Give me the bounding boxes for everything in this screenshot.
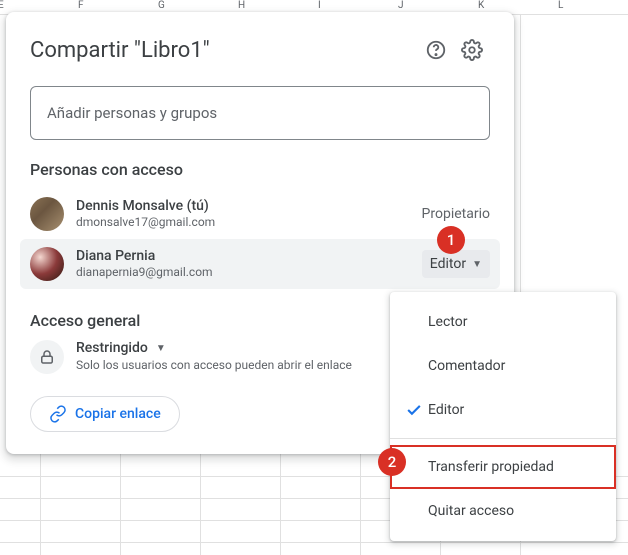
person-email: dmonsalve17@gmail.com [76, 215, 422, 231]
menu-item-viewer[interactable]: Lector [390, 300, 616, 344]
link-icon [49, 405, 67, 423]
menu-item-label: Comentador [428, 358, 505, 374]
person-info: Dennis Monsalve (tú) dmonsalve17@gmail.c… [76, 197, 422, 231]
general-access-description: Solo los usuarios con acceso pueden abri… [76, 358, 352, 372]
caret-down-icon: ▼ [156, 343, 166, 354]
menu-item-editor[interactable]: Editor [390, 388, 616, 432]
dialog-header: Compartir "Libro1" [30, 32, 490, 68]
general-access-dropdown[interactable]: Restringido ▼ [76, 340, 352, 356]
person-name: Dennis Monsalve (tú) [76, 197, 422, 215]
person-email: dianapernia9@gmail.com [76, 265, 422, 281]
settings-icon[interactable] [454, 32, 490, 68]
annotation-badge-1: 1 [437, 226, 465, 254]
menu-divider [390, 438, 616, 439]
caret-down-icon: ▼ [472, 259, 482, 270]
copy-link-label: Copiar enlace [75, 406, 161, 422]
person-name: Diana Pernia [76, 247, 422, 265]
lock-icon [30, 340, 64, 374]
add-people-input[interactable]: Añadir personas y grupos [30, 86, 490, 140]
menu-item-label: Quitar acceso [428, 503, 514, 519]
annotation-badge-2: 2 [378, 448, 406, 476]
person-row-owner: Dennis Monsalve (tú) dmonsalve17@gmail.c… [20, 189, 500, 239]
menu-item-commenter[interactable]: Comentador [390, 344, 616, 388]
person-info: Diana Pernia dianapernia9@gmail.com [76, 247, 422, 281]
people-with-access-title: Personas con acceso [30, 160, 490, 179]
menu-item-label: Editor [428, 402, 464, 418]
copy-link-button[interactable]: Copiar enlace [30, 396, 180, 432]
role-dropdown-label: Editor [430, 256, 466, 272]
avatar [30, 247, 64, 281]
role-dropdown-menu: Lector Comentador Editor Transferir prop… [390, 292, 616, 541]
avatar [30, 197, 64, 231]
owner-role-label: Propietario [422, 206, 490, 222]
help-icon[interactable] [418, 32, 454, 68]
add-people-placeholder: Añadir personas y grupos [47, 104, 217, 122]
menu-item-remove-access[interactable]: Quitar acceso [390, 489, 616, 533]
person-row-editor: Diana Pernia dianapernia9@gmail.com Edit… [20, 239, 500, 289]
menu-item-label: Transferir propiedad [428, 459, 554, 475]
dialog-title: Compartir "Libro1" [30, 38, 418, 63]
menu-item-transfer-ownership[interactable]: Transferir propiedad [390, 445, 616, 489]
restricted-label: Restringido [76, 340, 148, 356]
menu-item-label: Lector [428, 314, 467, 330]
checkmark-icon [404, 400, 428, 420]
role-dropdown-button[interactable]: Editor ▼ [422, 250, 490, 278]
